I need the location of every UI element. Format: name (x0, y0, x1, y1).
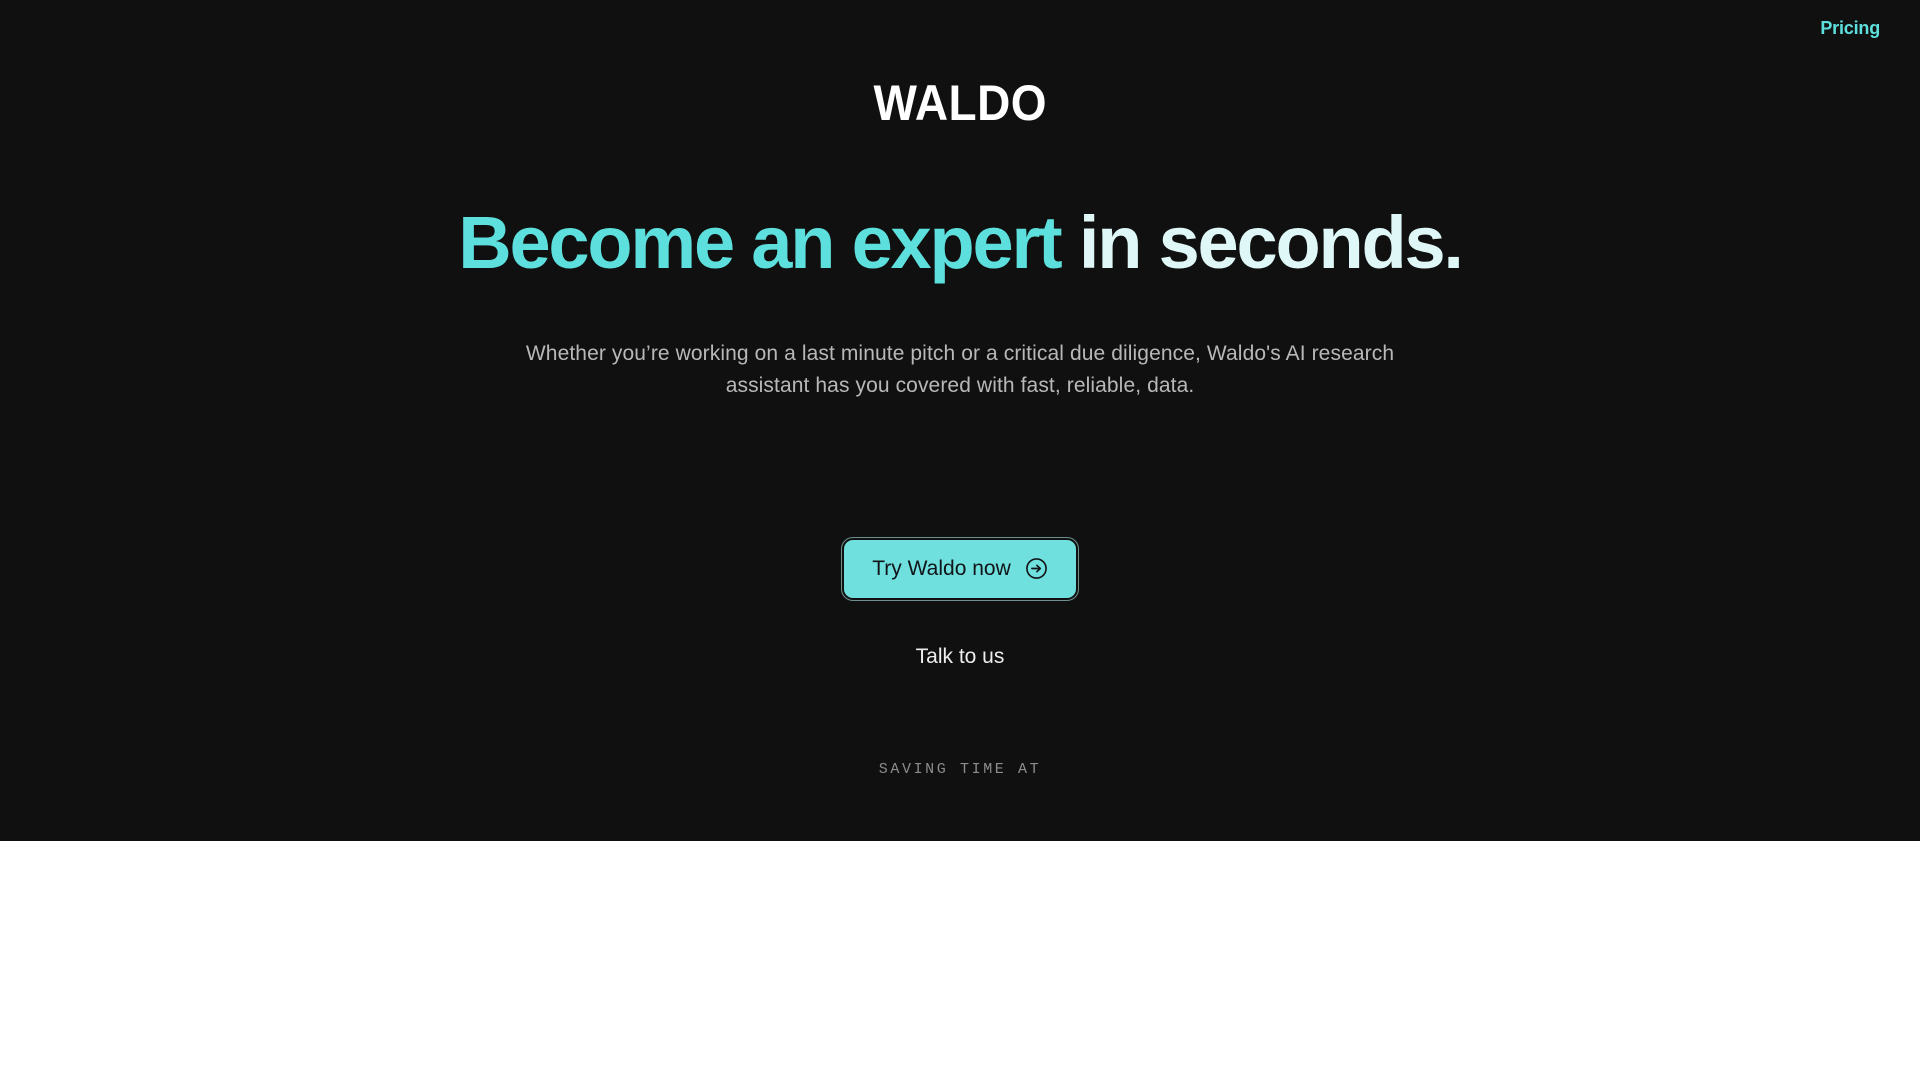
cta-container: Try Waldo now (0, 537, 1920, 601)
nav-link-pricing[interactable]: Pricing (1820, 19, 1880, 37)
hero-subheadline: Whether you’re working on a last minute … (525, 342, 1395, 397)
top-navigation: Pricing (0, 0, 1920, 56)
hero-headline: Become an expert in seconds. (0, 206, 1920, 280)
hero-section: Pricing WALDO Become an expert in second… (0, 0, 1920, 841)
brand-wordmark: WALDO (873, 75, 1047, 131)
social-proof-section: SAVING TIME AT & SAATCHI & SAATCHI Disne… (0, 761, 1920, 1080)
headline-accent-text: Become an expert (458, 201, 1062, 284)
brand-logo[interactable]: WALDO (0, 78, 1920, 128)
headline-light-text: in seconds. (1060, 201, 1464, 284)
cta-button-label: Try Waldo now (872, 557, 1011, 580)
logos-eyebrow-label: SAVING TIME AT (878, 761, 1042, 778)
talk-to-us-link[interactable]: Talk to us (916, 645, 1005, 668)
secondary-cta-container: Talk to us (0, 646, 1920, 668)
try-waldo-now-button[interactable]: Try Waldo now (841, 537, 1079, 601)
arrow-right-circle-icon (1025, 557, 1048, 580)
